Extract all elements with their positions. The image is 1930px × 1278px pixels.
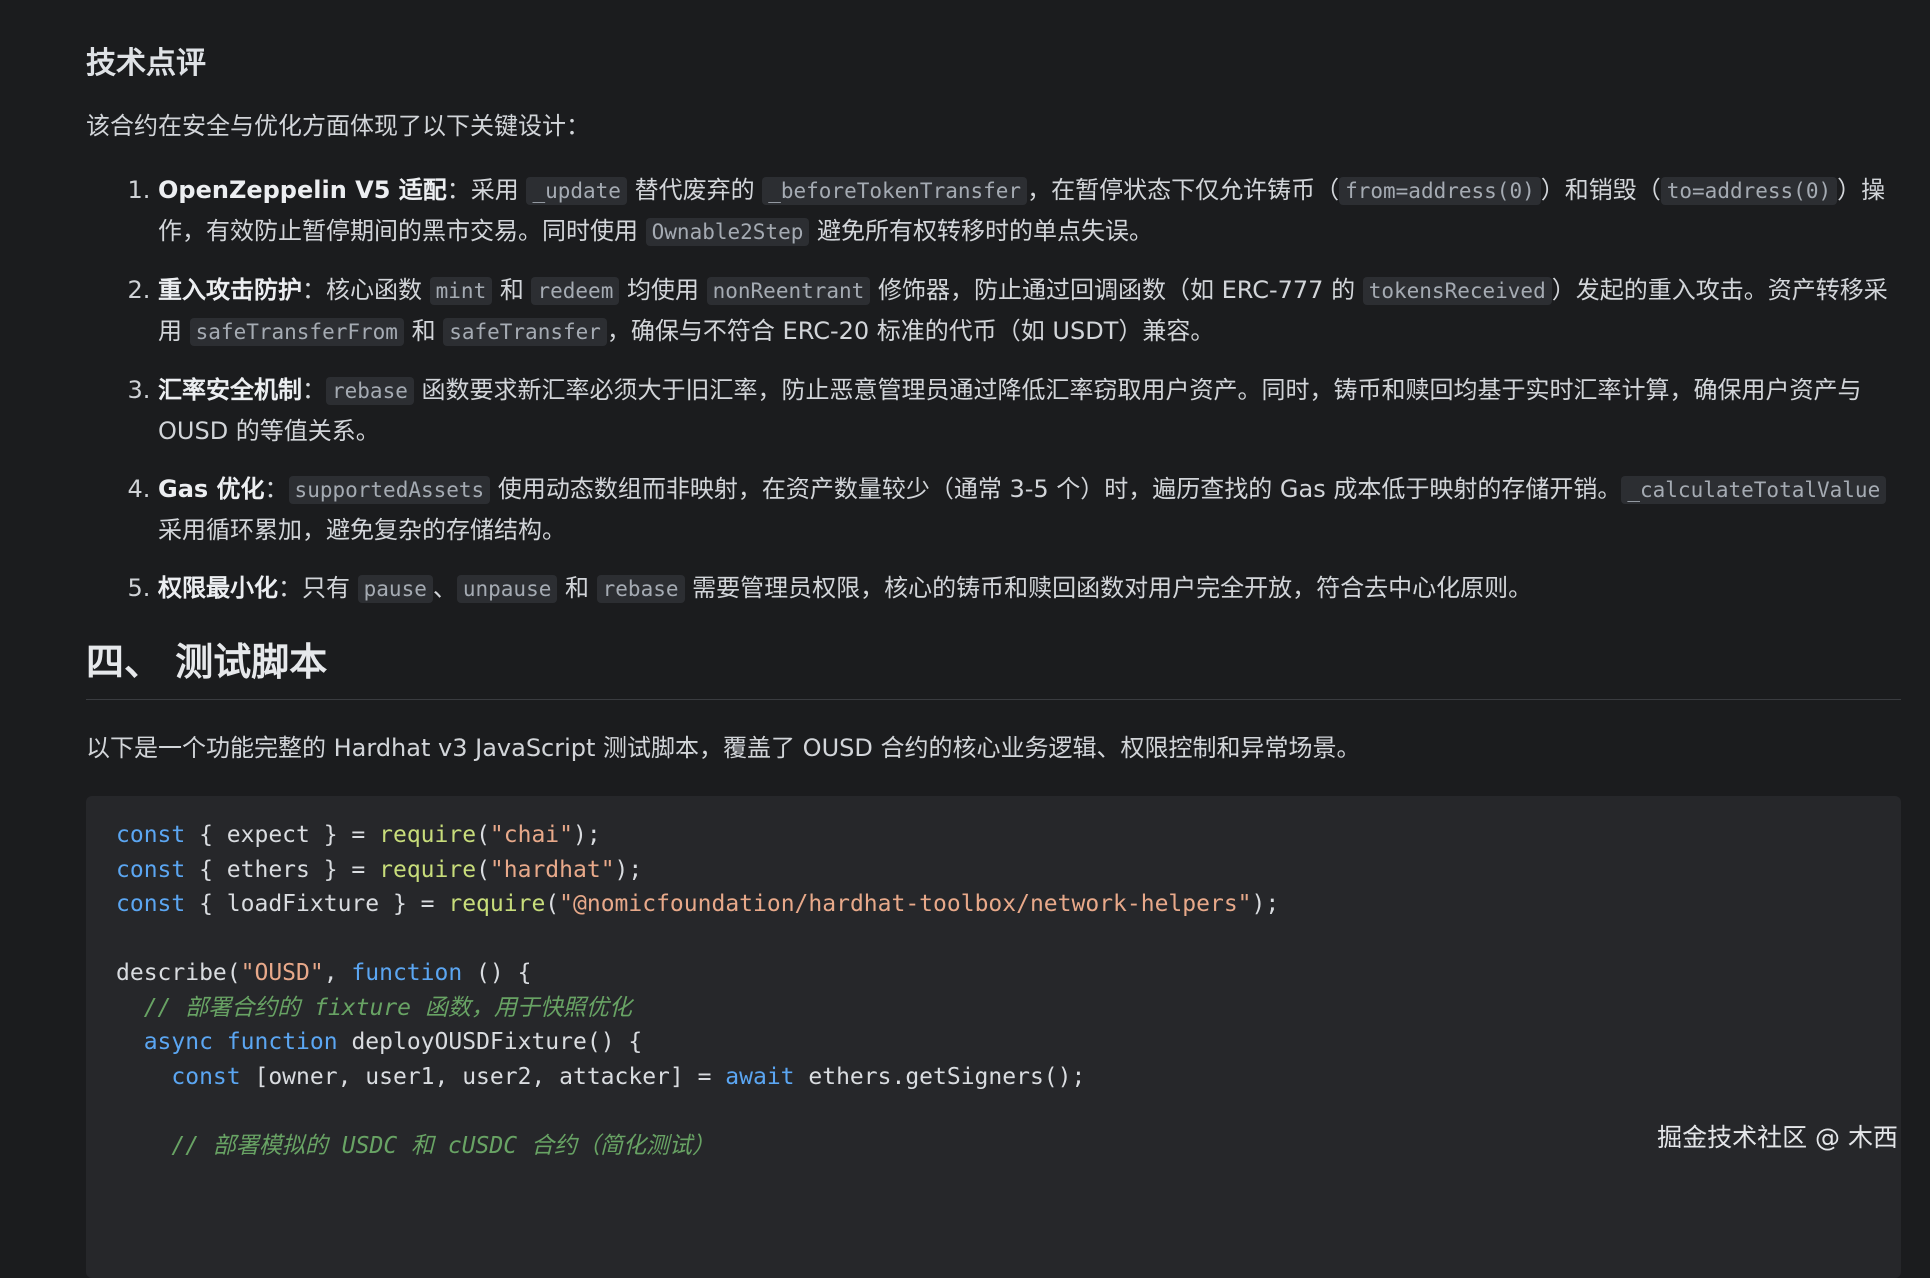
point-text: ： <box>264 475 289 503</box>
point-text: ：只有 <box>278 574 358 602</box>
point-text: ： <box>302 376 326 404</box>
point-text: ，确保与不符合 ERC-20 标准的代币（如 USDT）兼容。 <box>606 317 1215 345</box>
inline-code: rebase <box>326 377 414 405</box>
code-keyword: function <box>226 1029 338 1055</box>
point-text: ，在暂停状态下仅允许铸币（ <box>1027 176 1340 204</box>
code-block[interactable]: const { expect } = require("chai"); cons… <box>86 796 1901 1278</box>
point-text: 使用动态数组而非映射，在资产数量较少（通常 3-5 个）时，遍历查找的 Gas … <box>490 475 1622 503</box>
code-text: ( <box>545 891 560 917</box>
point-text: 均使用 <box>619 276 707 304</box>
code-string: "OUSD" <box>240 960 324 986</box>
point-label: OpenZeppelin V5 适配 <box>158 176 447 204</box>
inline-code: mint <box>429 277 493 305</box>
inline-code: _update <box>526 177 627 205</box>
code-keyword: const <box>116 856 186 883</box>
point-text: ）和销毁（ <box>1540 176 1661 204</box>
code-text: ( <box>476 822 490 848</box>
point-text: 需要管理员权限，核心的铸币和赎回函数对用户完全开放，符合去中心化原则。 <box>684 574 1533 602</box>
list-item: 权限最小化：只有 pause、unpause 和 rebase 需要管理员权限，… <box>158 568 1901 609</box>
point-text: 避免所有权转移时的单点失误。 <box>809 217 1153 245</box>
code-text: describe( <box>116 960 241 986</box>
section-heading: 四、 测试脚本 <box>86 635 1901 700</box>
code-text: ethers.getSigners(); <box>794 1063 1086 1090</box>
inline-code: rebase <box>596 575 685 603</box>
inline-code: safeTransfer <box>443 318 607 346</box>
code-keyword: await <box>725 1063 795 1090</box>
watermark: 掘金技术社区 @ 木西 <box>1657 1123 1898 1152</box>
code-text: { ethers } = <box>185 856 380 883</box>
inline-code: pause <box>357 575 433 603</box>
code-string: "@nomicfoundation/hardhat-toolbox/networ… <box>559 891 1252 917</box>
inline-code: tokensReceived <box>1362 277 1552 305</box>
code-text: { loadFixture } = <box>185 891 449 917</box>
code-keyword: function <box>351 960 463 986</box>
code-text: [owner, user1, user2, attacker] = <box>240 1063 726 1090</box>
inline-code: _beforeTokenTransfer <box>762 177 1028 205</box>
code-function: require <box>379 856 477 883</box>
code-function: require <box>448 891 546 917</box>
section-description: 以下是一个功能完整的 Hardhat v3 JavaScript 测试脚本，覆盖… <box>86 734 1361 762</box>
code-string: "chai" <box>489 822 574 848</box>
point-text: 和 <box>557 574 597 602</box>
inline-code: Ownable2Step <box>645 218 810 246</box>
inline-code: to=address(0) <box>1660 177 1838 205</box>
list-item: 汇率安全机制：rebase 函数要求新汇率必须大于旧汇率，防止恶意管理员通过降低… <box>158 370 1901 451</box>
article-content: 技术点评 该合约在安全与优化方面体现了以下关键设计： OpenZeppelin … <box>86 0 1901 1278</box>
review-points-list: OpenZeppelin V5 适配：采用 _update 替代废弃的 _bef… <box>86 170 1901 609</box>
review-heading: 技术点评 <box>86 46 206 81</box>
code-keyword: const <box>171 1063 241 1090</box>
code-function: require <box>379 822 477 848</box>
inline-code: unpause <box>456 575 558 603</box>
point-label: 重入攻击防护 <box>158 276 302 304</box>
code-text: ( <box>476 856 490 883</box>
list-item: 重入攻击防护：核心函数 mint 和 redeem 均使用 nonReentra… <box>158 270 1901 352</box>
point-label: 权限最小化 <box>158 574 278 602</box>
list-item: OpenZeppelin V5 适配：采用 _update 替代废弃的 _bef… <box>158 170 1901 252</box>
point-text: 和 <box>403 317 444 345</box>
point-text: ：核心函数 <box>302 276 430 304</box>
point-text: 和 <box>492 276 532 304</box>
code-comment: // 部署合约的 fixture 函数，用于快照优化 <box>143 994 632 1021</box>
code-keyword: async <box>143 1029 213 1055</box>
code-text: deployOUSDFixture() { <box>337 1029 643 1055</box>
point-text: 修饰器，防止通过回调函数（如 ERC-777 的 <box>870 276 1363 304</box>
code-text: { expect } = <box>185 822 380 848</box>
code-keyword: const <box>116 891 186 917</box>
list-item: Gas 优化：supportedAssets 使用动态数组而非映射，在资产数量较… <box>158 469 1901 550</box>
point-text: 采用循环累加，避免复杂的存储结构。 <box>158 516 566 544</box>
inline-code: redeem <box>531 277 620 305</box>
code-text: ); <box>1251 891 1280 917</box>
code-text: ); <box>614 856 643 883</box>
code-text: () { <box>462 960 532 986</box>
point-text: 、 <box>432 574 457 602</box>
inline-code: nonReentrant <box>706 277 871 305</box>
code-text: ); <box>573 822 601 848</box>
inline-code: safeTransferFrom <box>189 318 404 346</box>
inline-code: _calculateTotalValue <box>1621 476 1887 504</box>
code-comment: // 部署模拟的 USDC 和 cUSDC 合约（简化测试） <box>171 1132 715 1159</box>
code-text: , <box>323 960 352 986</box>
inline-code: from=address(0) <box>1339 177 1541 205</box>
review-intro: 该合约在安全与优化方面体现了以下关键设计： <box>86 112 590 140</box>
point-text: 替代废弃的 <box>626 176 763 204</box>
code-keyword: const <box>116 822 186 848</box>
point-text: 函数要求新汇率必须大于旧汇率，防止恶意管理员通过降低汇率窃取用户资产。同时，铸币… <box>158 376 1862 445</box>
point-text: ：采用 <box>446 176 527 204</box>
inline-code: supportedAssets <box>288 476 491 504</box>
point-label: Gas 优化 <box>158 475 265 503</box>
code-string: "hardhat" <box>489 856 615 883</box>
point-label: 汇率安全机制 <box>158 376 302 404</box>
